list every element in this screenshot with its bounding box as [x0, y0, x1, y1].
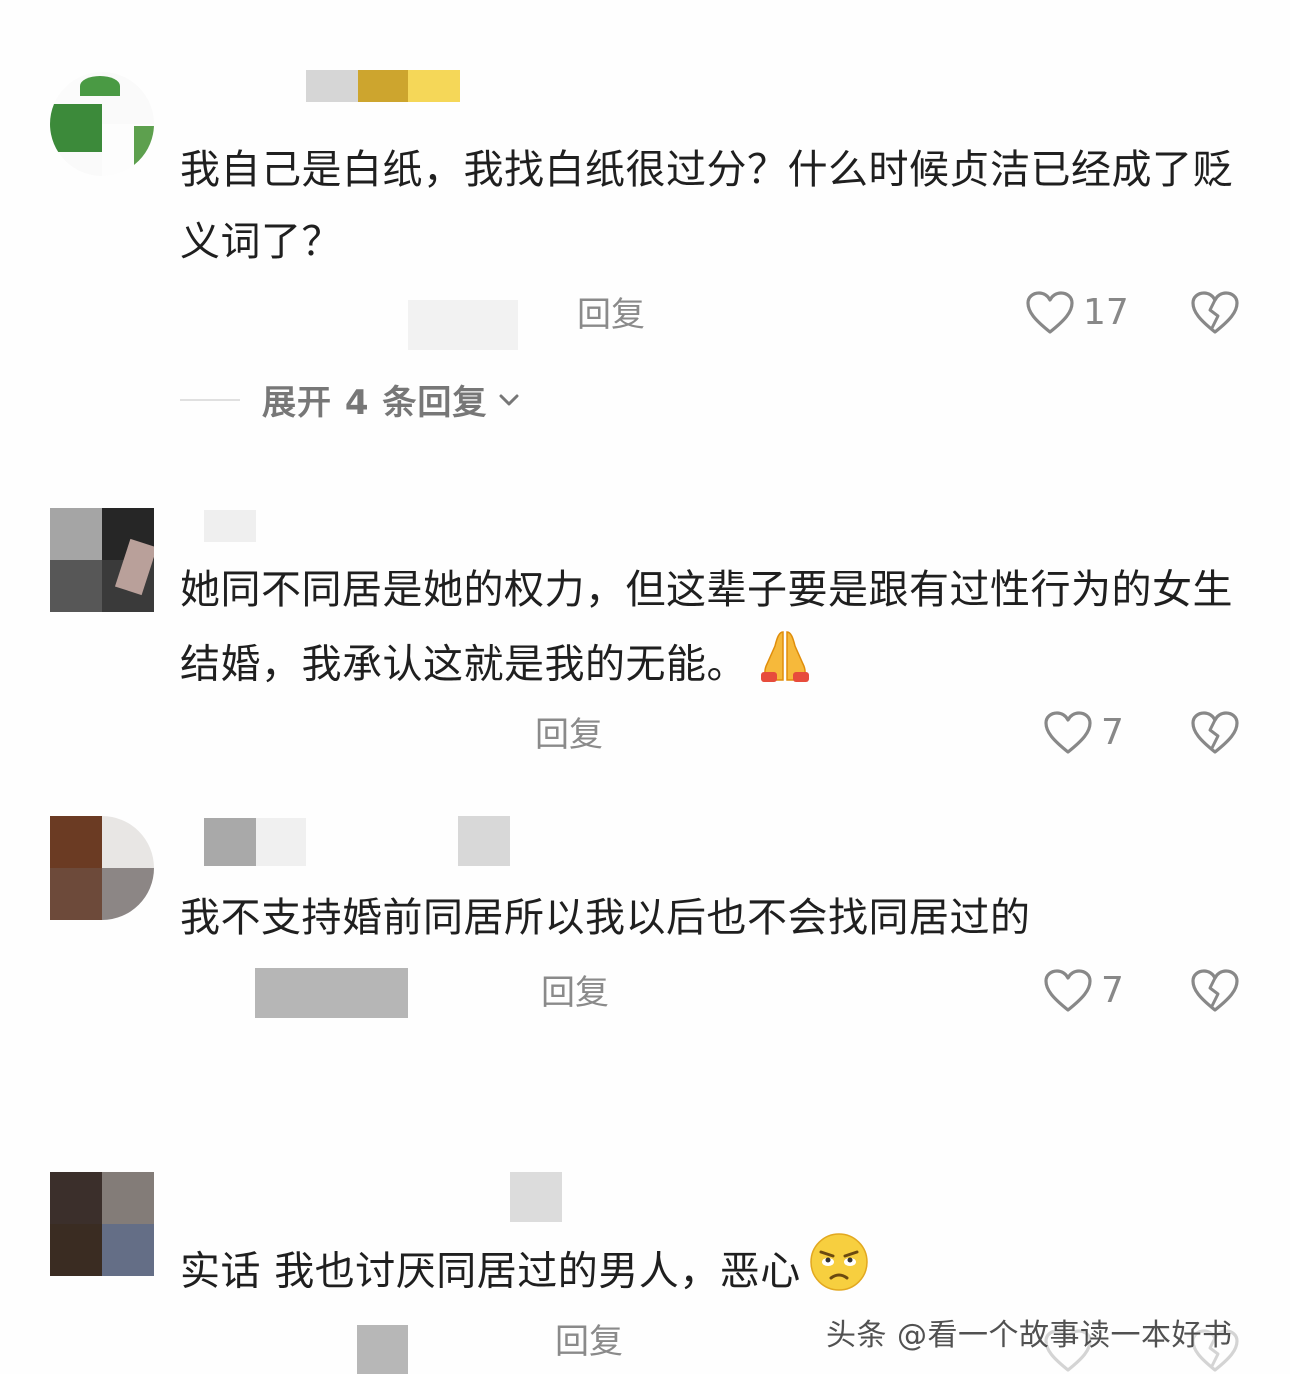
comment-text: 我自己是白纸，我找白纸很过分？什么时候贞洁已经成了贬义词了？	[180, 134, 1250, 278]
reply-button[interactable]: 回复	[555, 1322, 623, 1362]
like-count: 17	[1083, 292, 1129, 333]
reply-button[interactable]: 回复	[535, 715, 603, 755]
chevron-down-icon	[499, 394, 519, 405]
timestamp-blurred	[255, 968, 408, 1018]
eye-roll-face-emoji	[809, 1232, 869, 1315]
avatar[interactable]	[50, 508, 154, 612]
dislike-button[interactable]	[1190, 968, 1240, 1018]
timestamp-blurred	[357, 1325, 408, 1374]
like-button[interactable]: 7	[1043, 968, 1124, 1014]
username-blurred[interactable]	[458, 816, 510, 866]
like-button[interactable]: 17	[1025, 290, 1129, 336]
heart-outline-icon	[1026, 291, 1074, 334]
username-blurred[interactable]	[204, 818, 256, 866]
praying-hands-emoji	[755, 626, 815, 707]
broken-heart-icon	[1191, 969, 1239, 1012]
like-count: 7	[1101, 712, 1124, 753]
username-blurred[interactable]	[408, 70, 460, 102]
expand-replies-label: 展开 4 条回复	[262, 383, 488, 423]
expand-replies[interactable]: 展开 4 条回复	[180, 375, 523, 424]
comment-text: 她同不同居是她的权力，但这辈子要是跟有过性行为的女生结婚，我承认这就是我的无能。	[180, 554, 1250, 707]
comment-text-content: 我自己是白纸，我找白纸很过分？什么时候贞洁已经成了贬义词了？	[180, 147, 1233, 265]
comment-text-content: 我不支持婚前同居所以我以后也不会找同居过的	[180, 895, 1031, 941]
username-blurred[interactable]	[204, 510, 256, 542]
timestamp-blurred	[408, 300, 518, 350]
watermark: 头条 @看一个故事读一本好书	[826, 1318, 1233, 1353]
comment-text-content: 实话 我也讨厌同居过的男人，恶心	[180, 1248, 801, 1295]
comment-text-content: 她同不同居是她的权力，但这辈子要是跟有过性行为的女生结婚，我承认这就是我的无能。	[180, 567, 1233, 688]
username-blurred[interactable]	[306, 70, 358, 102]
like-count: 7	[1101, 970, 1124, 1011]
dislike-button[interactable]	[1190, 290, 1240, 340]
like-button[interactable]: 7	[1043, 710, 1124, 756]
comment-text: 我不支持婚前同居所以我以后也不会找同居过的	[180, 882, 1250, 954]
reply-button[interactable]: 回复	[577, 295, 645, 335]
broken-heart-icon	[1191, 291, 1239, 334]
dislike-button[interactable]	[1190, 710, 1240, 760]
avatar[interactable]	[50, 72, 154, 176]
avatar[interactable]	[50, 816, 154, 920]
comment-text: 实话 我也讨厌同居过的男人，恶心	[180, 1232, 1250, 1315]
username-blurred[interactable]	[256, 818, 306, 866]
broken-heart-icon	[1191, 711, 1239, 754]
divider	[180, 398, 240, 401]
username-blurred[interactable]	[510, 1172, 562, 1222]
avatar[interactable]	[50, 1172, 154, 1276]
username-blurred[interactable]	[358, 70, 408, 102]
heart-outline-icon	[1044, 711, 1092, 754]
reply-button[interactable]: 回复	[541, 973, 609, 1013]
heart-outline-icon	[1044, 969, 1092, 1012]
